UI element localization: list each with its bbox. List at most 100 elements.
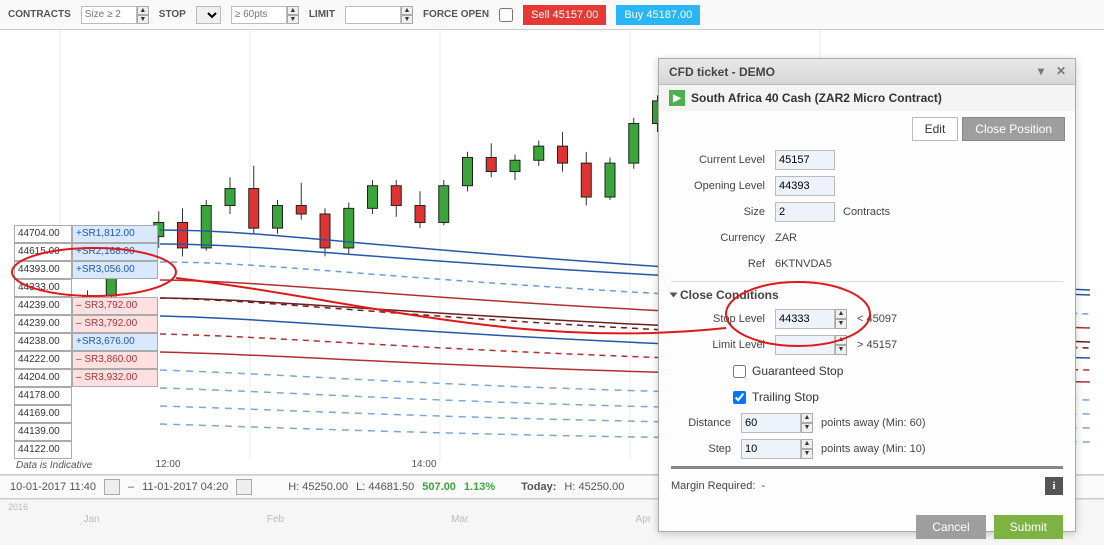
- chevron-down-icon[interactable]: ▼: [401, 15, 413, 24]
- dialog-title: CFD ticket - DEMO: [669, 65, 775, 79]
- guaranteed-stop-checkbox[interactable]: [733, 365, 746, 378]
- stop-stepper[interactable]: ▲▼: [231, 6, 299, 24]
- size-field[interactable]: [775, 202, 835, 222]
- chevron-down-icon[interactable]: ▼: [137, 15, 149, 24]
- chevron-up-icon[interactable]: ▲: [401, 6, 413, 15]
- tab-close-position[interactable]: Close Position: [962, 117, 1065, 141]
- info-icon[interactable]: i: [1045, 477, 1063, 495]
- chevron-up-icon[interactable]: ▲: [137, 6, 149, 15]
- x-tick: 12:00: [155, 459, 180, 470]
- stop-input[interactable]: [231, 6, 287, 24]
- range-from: 10-01-2017 11:40: [10, 481, 96, 493]
- level-price: 44122.00: [14, 441, 72, 459]
- limit-stepper[interactable]: ▲▼: [345, 6, 413, 24]
- level-row: 44615.00+SR2,168.00: [14, 243, 158, 261]
- level-price: 44704.00: [14, 225, 72, 243]
- close-icon[interactable]: ✕: [1053, 64, 1069, 80]
- level-price: 44204.00: [14, 369, 72, 387]
- contracts-label: CONTRACTS: [8, 9, 71, 20]
- level-price: 44239.00: [14, 297, 72, 315]
- cancel-button[interactable]: Cancel: [916, 515, 985, 539]
- level-price: 44169.00: [14, 405, 72, 423]
- mini-month: Mar: [451, 514, 468, 525]
- currency-value: ZAR: [775, 232, 797, 244]
- stat-low: L: 44681.50: [356, 481, 414, 493]
- level-row: 44222.00– SR3,860.00: [14, 351, 158, 369]
- level-price: 44238.00: [14, 333, 72, 351]
- force-open-label: FORCE OPEN: [423, 9, 489, 20]
- instrument-row: ▶ South Africa 40 Cash (ZAR2 Micro Contr…: [659, 85, 1075, 111]
- level-row: 44169.00: [14, 405, 158, 423]
- limit-input[interactable]: [345, 6, 401, 24]
- level-sr: +SR3,676.00: [72, 333, 158, 351]
- trailing-stop-checkbox[interactable]: [733, 391, 746, 404]
- limit-level-hint: > 45157: [857, 339, 897, 351]
- limit-level-field[interactable]: [775, 335, 835, 355]
- level-price: 44139.00: [14, 423, 72, 441]
- chevron-down-icon[interactable]: ▼: [835, 345, 847, 355]
- mini-month: Jan: [84, 514, 100, 525]
- currency-label: Currency: [671, 232, 775, 244]
- limit-level-label: Limit Level: [671, 339, 775, 351]
- mini-year: 2016: [8, 502, 28, 512]
- stop-level-hint: < 45097: [857, 313, 897, 325]
- level-row: 44239.00– SR3,792.00: [14, 297, 158, 315]
- sell-button[interactable]: Sell 45157.00: [523, 5, 606, 25]
- mini-month: Apr: [636, 514, 652, 525]
- level-sr: – SR3,932.00: [72, 369, 158, 387]
- instrument-name: South Africa 40 Cash (ZAR2 Micro Contrac…: [691, 91, 942, 105]
- mini-month: Feb: [267, 514, 284, 525]
- chevron-up-icon[interactable]: ▲: [287, 6, 299, 15]
- level-sr: – SR3,792.00: [72, 315, 158, 333]
- stat-pct: 1.13%: [464, 481, 495, 493]
- level-row: 44239.00– SR3,792.00: [14, 315, 158, 333]
- level-sr: – SR3,792.00: [72, 297, 158, 315]
- distance-label: Distance: [671, 417, 741, 429]
- step-field[interactable]: [741, 439, 801, 459]
- contracts-input[interactable]: [81, 6, 137, 24]
- close-conditions-header[interactable]: Close Conditions: [671, 281, 1063, 306]
- distance-field[interactable]: [741, 413, 801, 433]
- chevron-up-icon[interactable]: ▲: [801, 413, 813, 423]
- guaranteed-stop-label: Guaranteed Stop: [752, 364, 843, 378]
- tab-edit[interactable]: Edit: [912, 117, 959, 141]
- ref-label: Ref: [671, 258, 775, 270]
- x-tick: 14:00: [411, 459, 436, 470]
- chevron-down-icon[interactable]: ▼: [287, 15, 299, 24]
- level-badges: 44704.00+SR1,812.0044615.00+SR2,168.0044…: [14, 225, 158, 459]
- caret-down-icon: [670, 293, 678, 298]
- level-price: 44393.00: [14, 261, 72, 279]
- chevron-down-icon[interactable]: ▼: [835, 319, 847, 329]
- order-toolbar: CONTRACTS ▲▼ STOP ▲▼ LIMIT ▲▼ FORCE OPEN…: [0, 0, 1104, 30]
- opening-level-field: [775, 176, 835, 196]
- buy-button[interactable]: Buy 45187.00: [616, 5, 700, 25]
- dialog-titlebar[interactable]: CFD ticket - DEMO ▾ ✕: [659, 59, 1075, 85]
- level-price: 44239.00: [14, 315, 72, 333]
- chevron-up-icon[interactable]: ▲: [835, 309, 847, 319]
- play-icon[interactable]: ▶: [669, 90, 685, 106]
- level-row: 44122.00: [14, 441, 158, 459]
- today-label: Today:: [521, 481, 556, 493]
- level-row: 44204.00– SR3,932.00: [14, 369, 158, 387]
- calendar-icon[interactable]: [236, 479, 252, 495]
- ref-value: 6KTNVDA5: [775, 258, 832, 270]
- contracts-stepper[interactable]: ▲▼: [81, 6, 149, 24]
- chevron-up-icon[interactable]: ▲: [801, 439, 813, 449]
- distance-suffix: points away (Min: 60): [821, 417, 926, 429]
- chevron-down-icon[interactable]: ▼: [801, 423, 813, 433]
- current-level-field: [775, 150, 835, 170]
- level-row: 44139.00: [14, 423, 158, 441]
- level-sr: – SR3,860.00: [72, 351, 158, 369]
- dialog-tabs: Edit Close Position: [659, 111, 1075, 141]
- step-suffix: points away (Min: 10): [821, 443, 926, 455]
- chevron-down-icon[interactable]: ▼: [801, 449, 813, 459]
- stop-label: STOP: [159, 9, 186, 20]
- calendar-icon[interactable]: [104, 479, 120, 495]
- stop-type-select[interactable]: [196, 6, 221, 24]
- chevron-up-icon[interactable]: ▲: [835, 335, 847, 345]
- minimize-icon[interactable]: ▾: [1033, 64, 1049, 80]
- submit-button[interactable]: Submit: [994, 515, 1063, 539]
- level-row: 44333.00: [14, 279, 158, 297]
- stop-level-field[interactable]: [775, 309, 835, 329]
- force-open-checkbox[interactable]: [499, 8, 513, 22]
